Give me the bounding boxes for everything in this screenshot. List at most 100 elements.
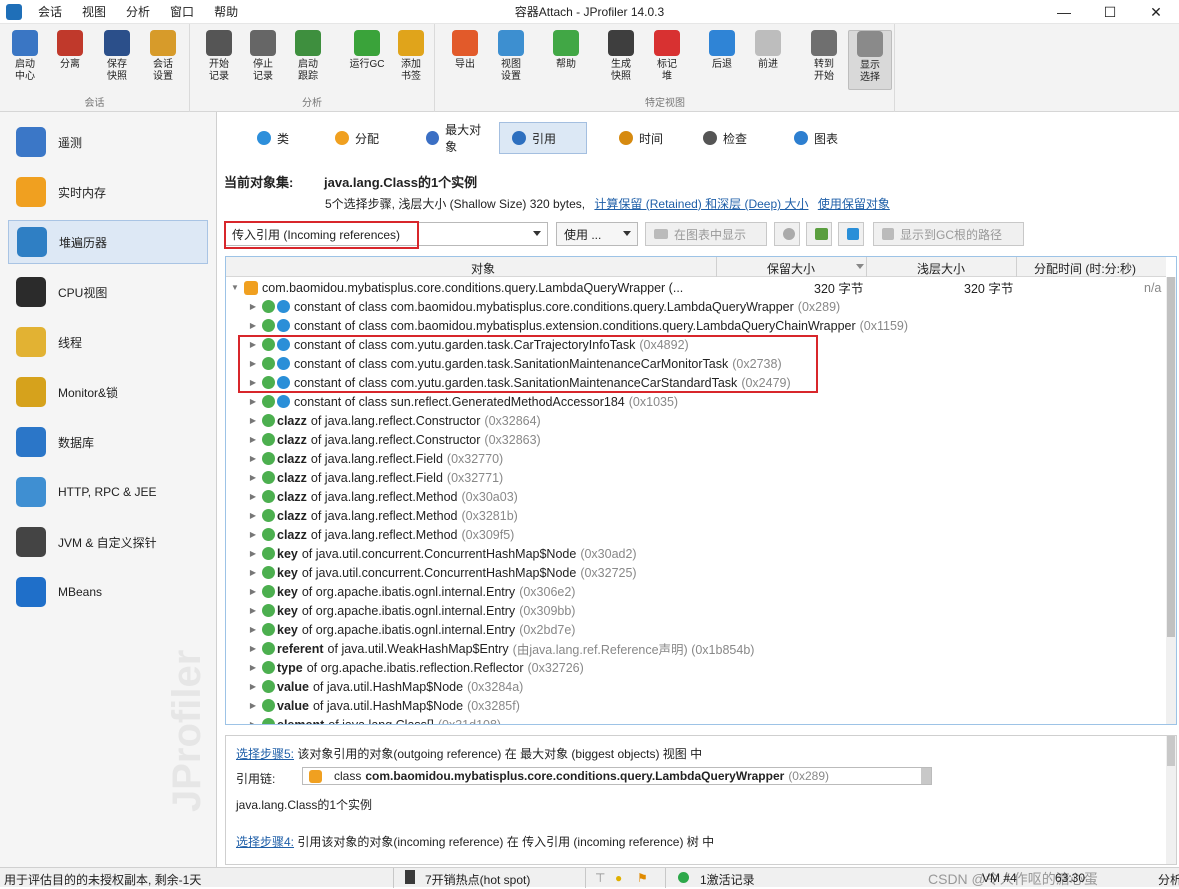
view-settings-button[interactable]: 视图 设置 xyxy=(489,30,533,83)
table-row[interactable]: ▶ constant of class com.baomidou.mybatisp… xyxy=(226,316,1166,335)
sidebar-item-cpu-views[interactable]: CPU视图 xyxy=(8,270,208,314)
tab-graph[interactable]: 图表 xyxy=(782,122,850,154)
add-bookmark-button[interactable]: 添加 书签 xyxy=(389,30,433,83)
expand-right-icon[interactable]: ▶ xyxy=(248,720,258,724)
run-gc-button[interactable]: 运行GC xyxy=(345,30,389,71)
expand-right-icon[interactable]: ▶ xyxy=(248,302,258,311)
expand-right-icon[interactable]: ▶ xyxy=(248,397,258,406)
expand-right-icon[interactable]: ▶ xyxy=(248,492,258,501)
incoming-references-tree[interactable]: 对象 保留大小 浅层大小 分配时间 (时:分:秒) ▼ com.baomidou… xyxy=(225,256,1177,725)
compute-retained-link[interactable]: 计算保留 (Retained) 和深层 (Deep) 大小 xyxy=(594,197,808,211)
table-row[interactable]: ▶ constant of class com.yutu.garden.task.… xyxy=(226,354,1166,373)
sidebar-item-telemetries[interactable]: 遥测 xyxy=(8,120,208,164)
scrollbar-thumb[interactable] xyxy=(1167,277,1175,637)
chain-scroll-handle[interactable] xyxy=(921,768,931,784)
mark-heap-button[interactable]: 标记 堆 xyxy=(645,30,689,83)
expand-right-icon[interactable]: ▶ xyxy=(248,701,258,710)
show-in-graph-button[interactable]: 在图表中显示 xyxy=(645,222,767,246)
back-button[interactable]: 后退 xyxy=(700,30,744,71)
tab-allocations[interactable]: 分配 xyxy=(323,122,395,154)
sidebar-item-heap-walker[interactable]: 堆遍历器 xyxy=(8,220,208,264)
column-allocation-time[interactable]: 分配时间 (时:分:秒) xyxy=(1034,260,1136,277)
column-retained-size[interactable]: 保留大小 xyxy=(767,260,815,277)
flag-icon[interactable]: ⚑ xyxy=(637,871,648,885)
use-dropdown-button[interactable]: 使用 ... xyxy=(556,222,638,246)
stop-recording-button[interactable]: 停止 记录 xyxy=(241,30,285,83)
lightbulb-icon[interactable]: ● xyxy=(615,871,622,885)
table-row[interactable]: ▶ clazz of java.lang.reflect.Field (0x32771… xyxy=(226,468,1166,487)
menu-window[interactable]: 窗口 xyxy=(160,0,204,24)
tree-vertical-scrollbar[interactable] xyxy=(1166,277,1176,724)
table-row[interactable]: ▶ constant of class com.baomidou.mybatisp… xyxy=(226,297,1166,316)
selection-step-4-link[interactable]: 选择步骤4: xyxy=(236,835,294,849)
expand-right-icon[interactable]: ▶ xyxy=(248,416,258,425)
table-row[interactable]: ▶ clazz of java.lang.reflect.Field (0x32770… xyxy=(226,449,1166,468)
go-to-start-button[interactable]: 转到 开始 xyxy=(802,30,846,83)
table-row[interactable]: ▶ clazz of java.lang.reflect.Method (0x309f… xyxy=(226,525,1166,544)
expand-right-icon[interactable]: ▶ xyxy=(248,625,258,634)
sidebar-item-mbeans[interactable]: MBeans xyxy=(8,570,208,614)
tab-references[interactable]: 引用 xyxy=(499,122,587,154)
sidebar-item-live-memory[interactable]: 实时内存 xyxy=(8,170,208,214)
info-button[interactable] xyxy=(838,222,864,246)
show-selection-button[interactable]: 显示 选择 xyxy=(848,30,892,90)
expand-right-icon[interactable]: ▶ xyxy=(248,321,258,330)
reference-chain-field[interactable]: class com.baomidou.mybatisplus.core.cond… xyxy=(302,767,932,785)
expand-right-icon[interactable]: ▶ xyxy=(248,549,258,558)
expand-down-icon[interactable]: ▼ xyxy=(230,283,240,292)
expand-right-icon[interactable]: ▶ xyxy=(248,378,258,387)
expand-right-icon[interactable]: ▶ xyxy=(248,530,258,539)
table-row[interactable]: ▶ clazz of java.lang.reflect.Method (0x30a0… xyxy=(226,487,1166,506)
sidebar-item-databases[interactable]: 数据库 xyxy=(8,420,208,464)
pin-icon[interactable]: ⊤ xyxy=(595,871,605,885)
expand-right-icon[interactable]: ▶ xyxy=(248,511,258,520)
table-row[interactable]: ▶ element of java.lang.Class[] (0x31d108) xyxy=(226,715,1166,724)
start-center-button[interactable]: 启动 中心 xyxy=(3,30,47,83)
menu-analyze[interactable]: 分析 xyxy=(116,0,160,24)
session-settings-button[interactable]: 会话 设置 xyxy=(141,30,185,83)
reference-type-select[interactable]: 传入引用 (Incoming references) xyxy=(224,222,548,246)
table-row[interactable]: ▶ key of java.util.concurrent.ConcurrentHa… xyxy=(226,563,1166,582)
selection-step-5-link[interactable]: 选择步骤5: xyxy=(236,747,294,761)
expand-right-icon[interactable]: ▶ xyxy=(248,473,258,482)
table-row[interactable]: ▶ clazz of java.lang.reflect.Method (0x3281… xyxy=(226,506,1166,525)
save-snapshot-button[interactable]: 保存 快照 xyxy=(95,30,139,83)
menu-view[interactable]: 视图 xyxy=(72,0,116,24)
start-recording-button[interactable]: 开始 记录 xyxy=(197,30,241,83)
scrollbar-thumb[interactable] xyxy=(1167,736,1175,766)
table-row[interactable]: ▶ constant of class com.yutu.garden.task.… xyxy=(226,335,1166,354)
detail-scrollbar[interactable] xyxy=(1166,736,1176,864)
tab-biggest-objects[interactable]: 最大对象 xyxy=(414,122,502,154)
table-row[interactable]: ▶ constant of class com.yutu.garden.task.… xyxy=(226,373,1166,392)
detach-button[interactable]: 分离 xyxy=(48,30,92,71)
expand-right-icon[interactable]: ▶ xyxy=(248,568,258,577)
filter-button[interactable] xyxy=(806,222,832,246)
settings-button[interactable] xyxy=(774,222,800,246)
expand-right-icon[interactable]: ▶ xyxy=(248,644,258,653)
take-snapshot-button[interactable]: 生成 快照 xyxy=(599,30,643,83)
maximize-icon[interactable]: ☐ xyxy=(1087,0,1133,24)
table-row[interactable]: ▶ value of java.util.HashMap$Node (0x3284a) xyxy=(226,677,1166,696)
tab-classes[interactable]: 类 xyxy=(245,122,305,154)
menu-help[interactable]: 帮助 xyxy=(204,0,248,24)
table-row[interactable]: ▶ key of org.apache.ibatis.ognl.internal.E… xyxy=(226,620,1166,639)
sidebar-item-monitors-locks[interactable]: Monitor&锁 xyxy=(8,370,208,414)
start-tracking-button[interactable]: 启动 跟踪 xyxy=(286,30,330,83)
table-row[interactable]: ▶ key of org.apache.ibatis.ognl.internal.E… xyxy=(226,582,1166,601)
expand-right-icon[interactable]: ▶ xyxy=(248,359,258,368)
export-button[interactable]: 导出 xyxy=(443,30,487,71)
expand-right-icon[interactable]: ▶ xyxy=(248,663,258,672)
expand-right-icon[interactable]: ▶ xyxy=(248,454,258,463)
column-object[interactable]: 对象 xyxy=(471,260,495,277)
show-gc-root-path-button[interactable]: 显示到GC根的路径 xyxy=(873,222,1024,246)
table-row[interactable]: ▶ clazz of java.lang.reflect.Constructor (0… xyxy=(226,411,1166,430)
forward-button[interactable]: 前进 xyxy=(746,30,790,71)
column-shallow-size[interactable]: 浅层大小 xyxy=(917,260,965,277)
tab-inspections[interactable]: 检查 xyxy=(691,122,763,154)
expand-right-icon[interactable]: ▶ xyxy=(248,587,258,596)
menu-session[interactable]: 会话 xyxy=(28,0,72,24)
sidebar-item-jvm-probes[interactable]: JVM & 自定义探针 xyxy=(8,520,208,564)
hotspot-status[interactable]: 7开销热点(hot spot) xyxy=(425,871,530,888)
table-row[interactable]: ▶ key of org.apache.ibatis.ognl.internal.E… xyxy=(226,601,1166,620)
close-icon[interactable]: ✕ xyxy=(1133,0,1179,24)
